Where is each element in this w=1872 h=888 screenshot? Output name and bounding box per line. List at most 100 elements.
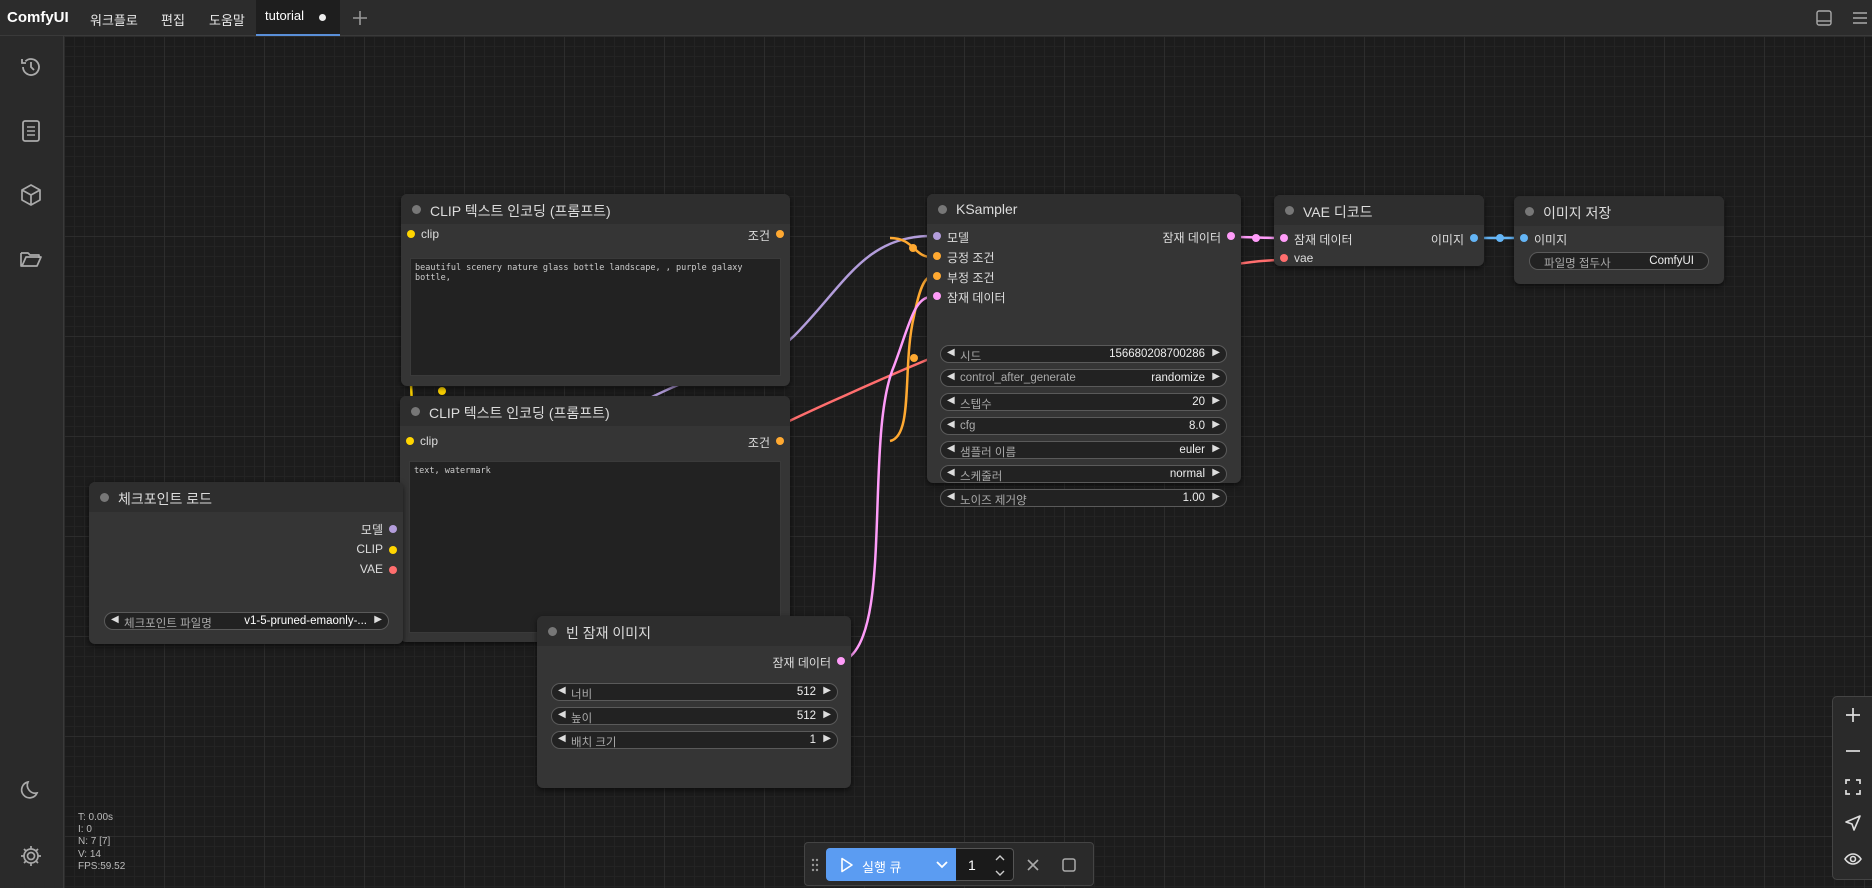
zoom-out-icon[interactable] — [1843, 741, 1863, 761]
widget-filename-prefix[interactable]: 파일명 접두사 ComfyUI — [1529, 252, 1709, 270]
run-queue-button[interactable]: 실행 큐 — [826, 848, 956, 881]
stop-square-icon[interactable] — [1061, 857, 1077, 873]
collapse-dot-icon[interactable] — [1525, 207, 1534, 216]
output-pin-image[interactable] — [1470, 234, 1478, 242]
output-pin-conditioning[interactable] — [776, 437, 784, 445]
panel-toggle-icon[interactable] — [1815, 9, 1833, 27]
arrow-right-icon[interactable]: ▶ — [1212, 347, 1220, 358]
prompt-textarea[interactable]: text, watermark — [409, 461, 781, 633]
widget-ckpt-name[interactable]: ◀ 체크포인트 파일명 v1-5-pruned-emaonly-... ▶ — [104, 612, 389, 630]
arrow-right-icon[interactable]: ▶ — [1212, 467, 1220, 478]
navigate-arrow-icon[interactable] — [1843, 813, 1863, 833]
collapse-dot-icon[interactable] — [411, 407, 420, 416]
input-pin-model[interactable] — [933, 232, 941, 240]
arrow-right-icon[interactable]: ▶ — [374, 614, 382, 625]
widget-height[interactable]: ◀ 높이 512 ▶ — [551, 707, 838, 725]
arrow-left-icon[interactable]: ◀ — [947, 491, 955, 502]
widget-seed[interactable]: ◀ 시드 156680208700286 ▶ — [940, 345, 1227, 363]
decrement-icon[interactable] — [994, 868, 1006, 878]
arrow-right-icon[interactable]: ▶ — [823, 733, 831, 744]
node-header[interactable]: CLIP 텍스트 인코딩 (프롬프트) — [400, 396, 790, 426]
arrow-right-icon[interactable]: ▶ — [1212, 491, 1220, 502]
input-pin-positive[interactable] — [933, 252, 941, 260]
moon-icon[interactable] — [18, 777, 44, 803]
arrow-right-icon[interactable]: ▶ — [823, 709, 831, 720]
collapse-dot-icon[interactable] — [100, 493, 109, 502]
menu-edit[interactable]: 편집 — [161, 10, 185, 29]
input-pin-negative[interactable] — [933, 272, 941, 280]
zoom-in-icon[interactable] — [1843, 705, 1863, 725]
output-pin-latent[interactable] — [1227, 232, 1235, 240]
eye-icon[interactable] — [1843, 849, 1863, 869]
widget-sampler-name[interactable]: ◀ 샘플러 이름 euler ▶ — [940, 441, 1227, 459]
widget-steps[interactable]: ◀ 스텝수 20 ▶ — [940, 393, 1227, 411]
output-pin-vae[interactable] — [389, 566, 397, 574]
drag-handle-icon[interactable] — [811, 857, 819, 873]
collapse-dot-icon[interactable] — [548, 627, 557, 636]
node-clip-text-encode-negative[interactable]: CLIP 텍스트 인코딩 (프롬프트) clip 조건 text, waterm… — [400, 396, 790, 642]
input-pin-clip[interactable] — [406, 437, 414, 445]
arrow-left-icon[interactable]: ◀ — [947, 395, 955, 406]
arrow-left-icon[interactable]: ◀ — [111, 614, 119, 625]
node-header[interactable]: VAE 디코드 — [1274, 195, 1484, 225]
collapse-dot-icon[interactable] — [1285, 206, 1294, 215]
widget-scheduler[interactable]: ◀ 스케줄러 normal ▶ — [940, 465, 1227, 483]
widget-denoise[interactable]: ◀ 노이즈 제거양 1.00 ▶ — [940, 489, 1227, 507]
node-header[interactable]: KSampler — [927, 194, 1241, 224]
node-header[interactable]: 체크포인트 로드 — [89, 482, 403, 512]
cancel-x-icon[interactable] — [1025, 857, 1041, 873]
arrow-left-icon[interactable]: ◀ — [947, 467, 955, 478]
input-pin-image[interactable] — [1520, 234, 1528, 242]
queue-count-stepper[interactable]: 1 — [956, 848, 1014, 881]
arrow-right-icon[interactable]: ▶ — [1212, 371, 1220, 382]
workflow-tab[interactable]: tutorial — [256, 0, 340, 36]
cube-icon[interactable] — [18, 182, 44, 208]
fit-view-icon[interactable] — [1843, 777, 1863, 797]
arrow-left-icon[interactable]: ◀ — [558, 709, 566, 720]
gear-icon[interactable] — [18, 843, 44, 869]
chevron-down-icon[interactable] — [934, 856, 950, 872]
document-icon[interactable] — [18, 118, 44, 144]
node-vae-decode[interactable]: VAE 디코드 잠재 데이터 이미지 vae — [1274, 195, 1484, 266]
increment-icon[interactable] — [994, 853, 1006, 863]
arrow-left-icon[interactable]: ◀ — [947, 371, 955, 382]
queue-count-value[interactable]: 1 — [968, 857, 976, 873]
menu-help[interactable]: 도움말 — [209, 10, 245, 29]
history-icon[interactable] — [18, 54, 44, 80]
graph-canvas[interactable]: CLIP 텍스트 인코딩 (프롬프트) clip 조건 beautiful sc… — [64, 36, 1872, 888]
hamburger-menu-icon[interactable] — [1851, 9, 1869, 27]
prompt-textarea[interactable]: beautiful scenery nature glass bottle la… — [410, 258, 781, 376]
arrow-right-icon[interactable]: ▶ — [823, 685, 831, 696]
collapse-dot-icon[interactable] — [412, 205, 421, 214]
node-empty-latent-image[interactable]: 빈 잠재 이미지 잠재 데이터 ◀ 너비 512 ▶ ◀ 높이 512 ▶ ◀ … — [537, 616, 851, 788]
arrow-left-icon[interactable]: ◀ — [947, 419, 955, 430]
new-tab-plus-icon[interactable] — [350, 8, 370, 28]
widget-control-after-generate[interactable]: ◀ control_after_generate randomize ▶ — [940, 369, 1227, 387]
collapse-dot-icon[interactable] — [938, 205, 947, 214]
arrow-left-icon[interactable]: ◀ — [558, 733, 566, 744]
node-clip-text-encode-positive[interactable]: CLIP 텍스트 인코딩 (프롬프트) clip 조건 beautiful sc… — [401, 194, 790, 386]
node-header[interactable]: 빈 잠재 이미지 — [537, 616, 851, 646]
arrow-left-icon[interactable]: ◀ — [947, 347, 955, 358]
output-pin-latent[interactable] — [837, 657, 845, 665]
widget-batch-size[interactable]: ◀ 배치 크기 1 ▶ — [551, 731, 838, 749]
arrow-right-icon[interactable]: ▶ — [1212, 419, 1220, 430]
output-pin-conditioning[interactable] — [776, 230, 784, 238]
menu-workflow[interactable]: 워크플로 — [90, 10, 138, 29]
output-pin-clip[interactable] — [389, 546, 397, 554]
unsaved-dot-icon[interactable] — [319, 14, 326, 21]
node-header[interactable]: 이미지 저장 — [1514, 196, 1724, 226]
input-pin-latent[interactable] — [933, 292, 941, 300]
arrow-left-icon[interactable]: ◀ — [947, 443, 955, 454]
arrow-right-icon[interactable]: ▶ — [1212, 443, 1220, 454]
output-pin-model[interactable] — [389, 525, 397, 533]
node-save-image[interactable]: 이미지 저장 이미지 파일명 접두사 ComfyUI — [1514, 196, 1724, 284]
node-ksampler[interactable]: KSampler 모델 잠재 데이터 긍정 조건 부정 조건 잠재 데이터 ◀ … — [927, 194, 1241, 507]
input-pin-latent[interactable] — [1280, 234, 1288, 242]
input-pin-clip[interactable] — [407, 230, 415, 238]
node-checkpoint-loader[interactable]: 체크포인트 로드 모델 CLIP VAE ◀ 체크포인트 파일명 v1-5-pr… — [89, 482, 403, 644]
arrow-left-icon[interactable]: ◀ — [558, 685, 566, 696]
arrow-right-icon[interactable]: ▶ — [1212, 395, 1220, 406]
node-header[interactable]: CLIP 텍스트 인코딩 (프롬프트) — [401, 194, 790, 224]
input-pin-vae[interactable] — [1280, 254, 1288, 262]
